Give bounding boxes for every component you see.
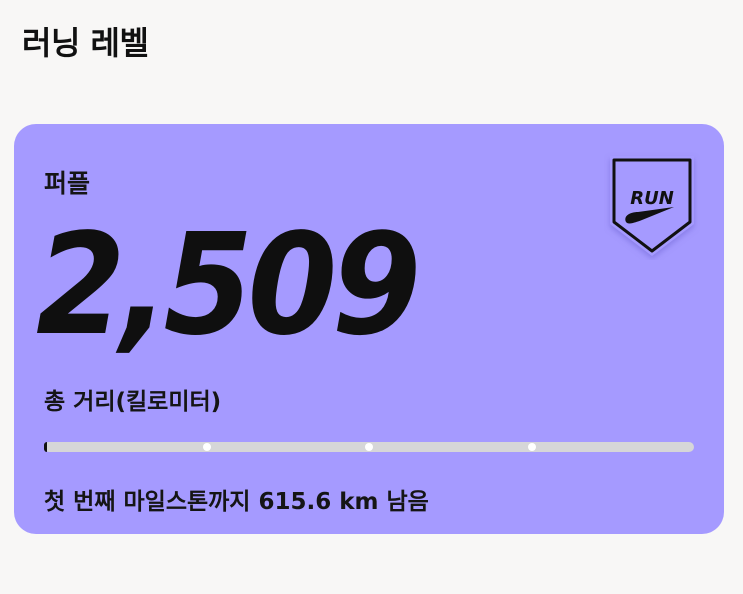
total-distance-label: 총 거리(킬로미터) bbox=[44, 389, 222, 415]
milestone-progress-bar bbox=[44, 442, 694, 452]
badge-label: RUN bbox=[630, 188, 674, 209]
level-name: 퍼플 bbox=[44, 169, 91, 198]
milestone-marker bbox=[365, 443, 373, 451]
running-level-card[interactable]: 퍼플 RUN 2,509 총 거리(킬로미터) 첫 번째 마일스톤까지 615.… bbox=[14, 124, 724, 534]
milestone-marker bbox=[203, 443, 211, 451]
page-title: 러닝 레벨 bbox=[22, 24, 149, 62]
milestone-remaining-text: 첫 번째 마일스톤까지 615.6 km 남음 bbox=[44, 489, 429, 515]
total-distance-value: 2,509 bbox=[36, 204, 421, 367]
progress-fill bbox=[44, 442, 47, 452]
milestone-marker bbox=[528, 443, 536, 451]
nike-run-badge-icon: RUN bbox=[610, 156, 694, 256]
